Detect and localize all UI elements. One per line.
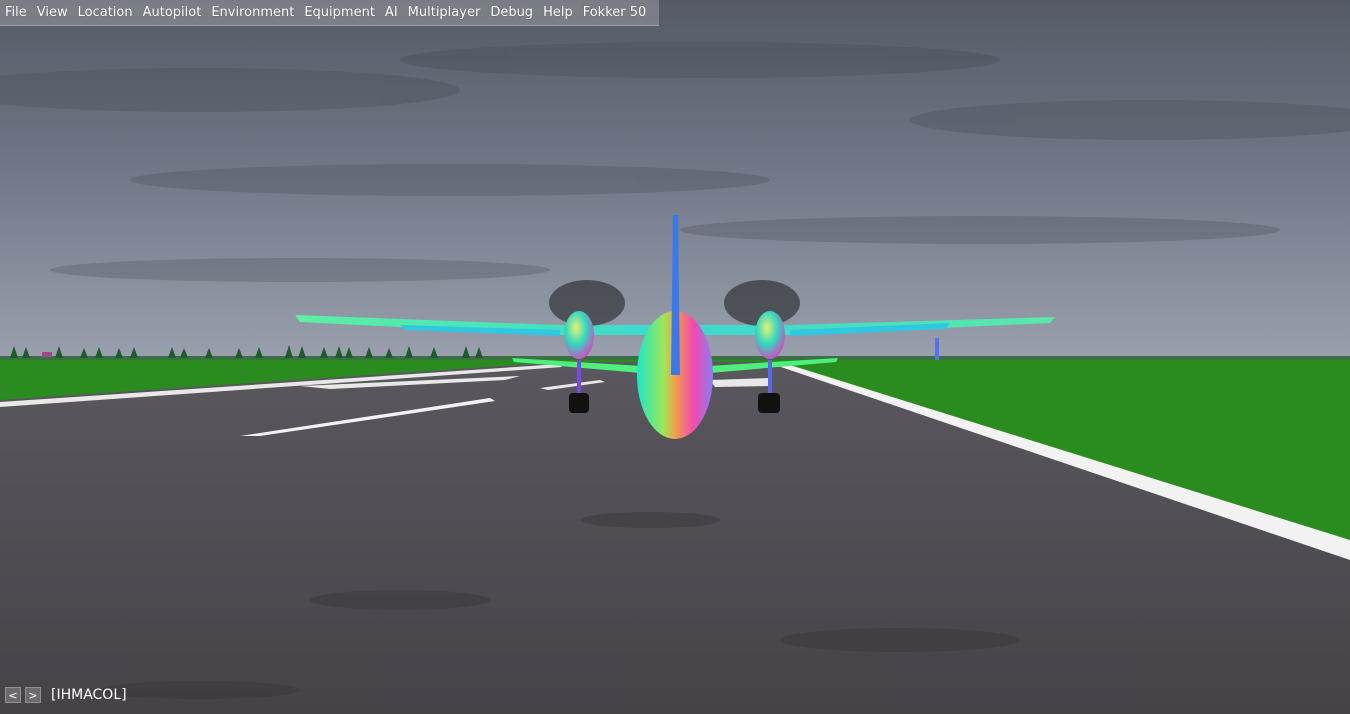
gear-left-strut [577,360,581,396]
engine-right [755,311,785,359]
distant-building [42,352,52,357]
callsign-label: [IHMACOL] [51,687,127,703]
menu-ai[interactable]: AI [384,0,403,26]
gear-right-wheels [758,393,780,413]
menu-equipment[interactable]: Equipment [303,0,380,26]
simulator-3d-view[interactable] [0,0,1350,714]
menu-environment[interactable]: Environment [210,0,299,26]
menu-aircraft-fokker-50[interactable]: Fokker 50 [582,0,652,26]
next-callsign-button[interactable]: > [25,687,41,703]
menu-location[interactable]: Location [77,0,138,26]
engine-left [564,311,594,359]
gear-left-wheels [569,393,589,413]
menu-debug[interactable]: Debug [489,0,538,26]
gear-right-strut [768,360,772,396]
menu-file[interactable]: File [4,0,32,26]
callsign-selector: < > [IHMACOL] [5,687,127,703]
prev-callsign-button[interactable]: < [5,687,21,703]
menu-multiplayer[interactable]: Multiplayer [407,0,486,26]
distant-beacon [935,338,939,360]
menu-autopilot[interactable]: Autopilot [142,0,207,26]
menu-bar: File View Location Autopilot Environment… [0,0,660,26]
menu-help[interactable]: Help [542,0,578,26]
menu-view[interactable]: View [36,0,73,26]
